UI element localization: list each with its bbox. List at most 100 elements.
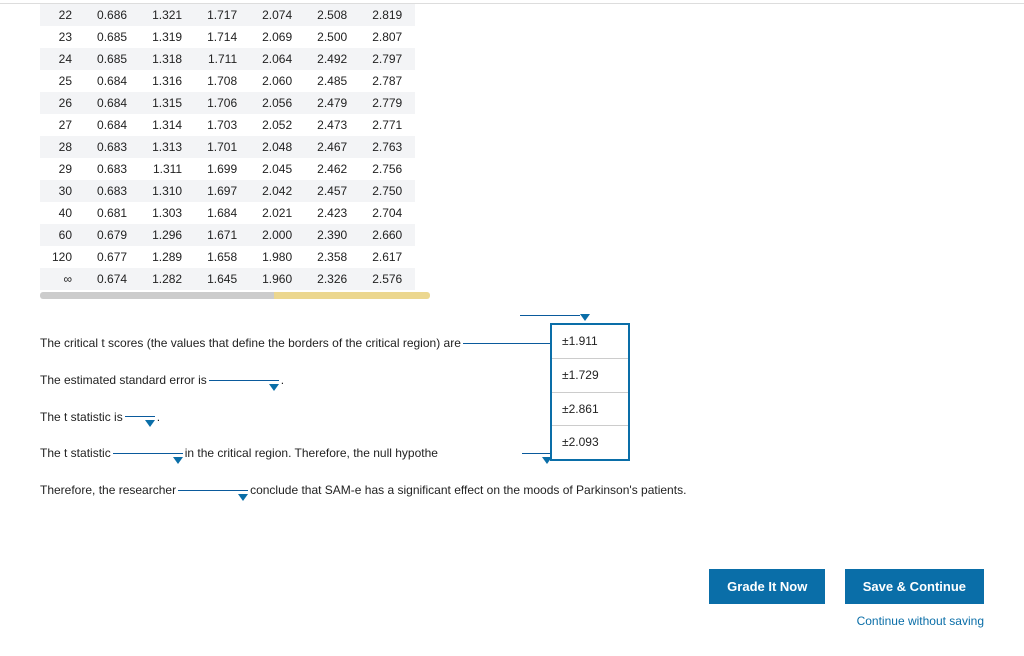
table-row: 1200.6771.2891.6581.9802.3582.617: [40, 246, 415, 268]
table-cell: 2.069: [250, 26, 305, 48]
table-cell: 1.289: [140, 246, 195, 268]
table-cell: 25: [40, 70, 85, 92]
table-cell: 1.314: [140, 114, 195, 136]
option-2[interactable]: ±1.729: [552, 359, 628, 393]
table-cell: 2.576: [360, 268, 415, 290]
table-row: 400.6811.3031.6842.0212.4232.704: [40, 202, 415, 224]
table-cell: 2.819: [360, 4, 415, 26]
rejected-dropdown[interactable]: [522, 453, 552, 454]
table-cell: 0.683: [85, 158, 140, 180]
grade-button[interactable]: Grade It Now: [709, 569, 825, 604]
table-cell: 1.699: [195, 158, 250, 180]
q2-text-b: .: [281, 372, 284, 389]
table-cell: 2.508: [305, 4, 360, 26]
table-cell: 2.500: [305, 26, 360, 48]
table-cell: 1.310: [140, 180, 195, 202]
table-cell: 2.779: [360, 92, 415, 114]
table-cell: 2.045: [250, 158, 305, 180]
table-cell: 2.797: [360, 48, 415, 70]
table-cell: 27: [40, 114, 85, 136]
table-cell: 1.684: [195, 202, 250, 224]
table-cell: 2.457: [305, 180, 360, 202]
table-cell: 0.684: [85, 92, 140, 114]
footer-actions: Grade It Now Save & Continue Continue wi…: [693, 569, 984, 628]
table-cell: 2.473: [305, 114, 360, 136]
table-cell: 2.763: [360, 136, 415, 158]
table-row: 600.6791.2961.6712.0002.3902.660: [40, 224, 415, 246]
table-cell: 2.479: [305, 92, 360, 114]
table-cell: 1.697: [195, 180, 250, 202]
table-cell: 0.683: [85, 136, 140, 158]
table-row: 220.6861.3211.7172.0742.5082.819: [40, 4, 415, 26]
table-row: 260.6841.3151.7062.0562.4792.779: [40, 92, 415, 114]
std-error-dropdown[interactable]: [209, 380, 279, 381]
critical-t-dropdown[interactable]: [463, 343, 563, 344]
table-cell: 2.000: [250, 224, 305, 246]
table-cell: 2.074: [250, 4, 305, 26]
table-cell: 2.467: [305, 136, 360, 158]
table-cell: 1.316: [140, 70, 195, 92]
t-stat-dropdown[interactable]: [125, 416, 155, 417]
table-cell: 1.303: [140, 202, 195, 224]
table-cell: 2.660: [360, 224, 415, 246]
option-1[interactable]: ±1.911: [552, 325, 628, 359]
table-cell: 2.492: [305, 48, 360, 70]
table-cell: 1.318: [140, 48, 195, 70]
q2-text-a: The estimated standard error is: [40, 372, 207, 389]
q5-text-a: Therefore, the researcher: [40, 482, 176, 499]
option-3[interactable]: ±2.861: [552, 393, 628, 427]
table-cell: 1.714: [195, 26, 250, 48]
conclude-dropdown[interactable]: [178, 490, 248, 491]
table-cell: 1.319: [140, 26, 195, 48]
q3-text-b: .: [157, 409, 160, 426]
table-cell: 2.021: [250, 202, 305, 224]
save-continue-button[interactable]: Save & Continue: [845, 569, 984, 604]
table-cell: 2.052: [250, 114, 305, 136]
table-row: 250.6841.3161.7082.0602.4852.787: [40, 70, 415, 92]
table-cell: 1.321: [140, 4, 195, 26]
table-scroll-hint[interactable]: [40, 292, 430, 299]
table-cell: 1.701: [195, 136, 250, 158]
table-cell: 2.423: [305, 202, 360, 224]
table-row: 270.6841.3141.7032.0522.4732.771: [40, 114, 415, 136]
table-row: 300.6831.3101.6972.0422.4572.750: [40, 180, 415, 202]
table-cell: 2.485: [305, 70, 360, 92]
table-cell: 2.771: [360, 114, 415, 136]
table-cell: 120: [40, 246, 85, 268]
q5-text-b: conclude that SAM-e has a significant ef…: [250, 482, 686, 499]
table-cell: 0.685: [85, 26, 140, 48]
table-cell: 2.056: [250, 92, 305, 114]
table-cell: 2.807: [360, 26, 415, 48]
table-cell: 0.674: [85, 268, 140, 290]
table-cell: ∞: [40, 268, 85, 290]
continue-without-saving-link[interactable]: Continue without saving: [693, 614, 984, 628]
table-cell: 1.708: [195, 70, 250, 92]
table-cell: 1.315: [140, 92, 195, 114]
q4-text-a: The t statistic: [40, 445, 111, 462]
table-cell: 0.684: [85, 114, 140, 136]
q3-text-a: The t statistic is: [40, 409, 123, 426]
option-4[interactable]: ±2.093: [552, 426, 628, 459]
table-cell: 2.326: [305, 268, 360, 290]
table-cell: 1.960: [250, 268, 305, 290]
in-region-dropdown[interactable]: [113, 453, 183, 454]
table-cell: 0.683: [85, 180, 140, 202]
table-cell: 1.313: [140, 136, 195, 158]
table-cell: 30: [40, 180, 85, 202]
chevron-down-icon: [145, 420, 155, 427]
table-cell: 2.042: [250, 180, 305, 202]
t-table: 220.6861.3211.7172.0742.5082.819230.6851…: [40, 4, 415, 290]
table-cell: 0.679: [85, 224, 140, 246]
table-cell: 1.311: [140, 158, 195, 180]
chevron-down-icon: [238, 494, 248, 501]
table-cell: 1.671: [195, 224, 250, 246]
table-row: 290.6831.3111.6992.0452.4622.756: [40, 158, 415, 180]
table-cell: 2.060: [250, 70, 305, 92]
table-row: 240.6851.3181.7112.0642.4922.797: [40, 48, 415, 70]
table-cell: 2.048: [250, 136, 305, 158]
table-cell: 23: [40, 26, 85, 48]
table-cell: 40: [40, 202, 85, 224]
table-cell: 1.658: [195, 246, 250, 268]
chevron-down-icon: [173, 457, 183, 464]
critical-t-options-panel: ±1.911 ±1.729 ±2.861 ±2.093: [550, 323, 630, 461]
